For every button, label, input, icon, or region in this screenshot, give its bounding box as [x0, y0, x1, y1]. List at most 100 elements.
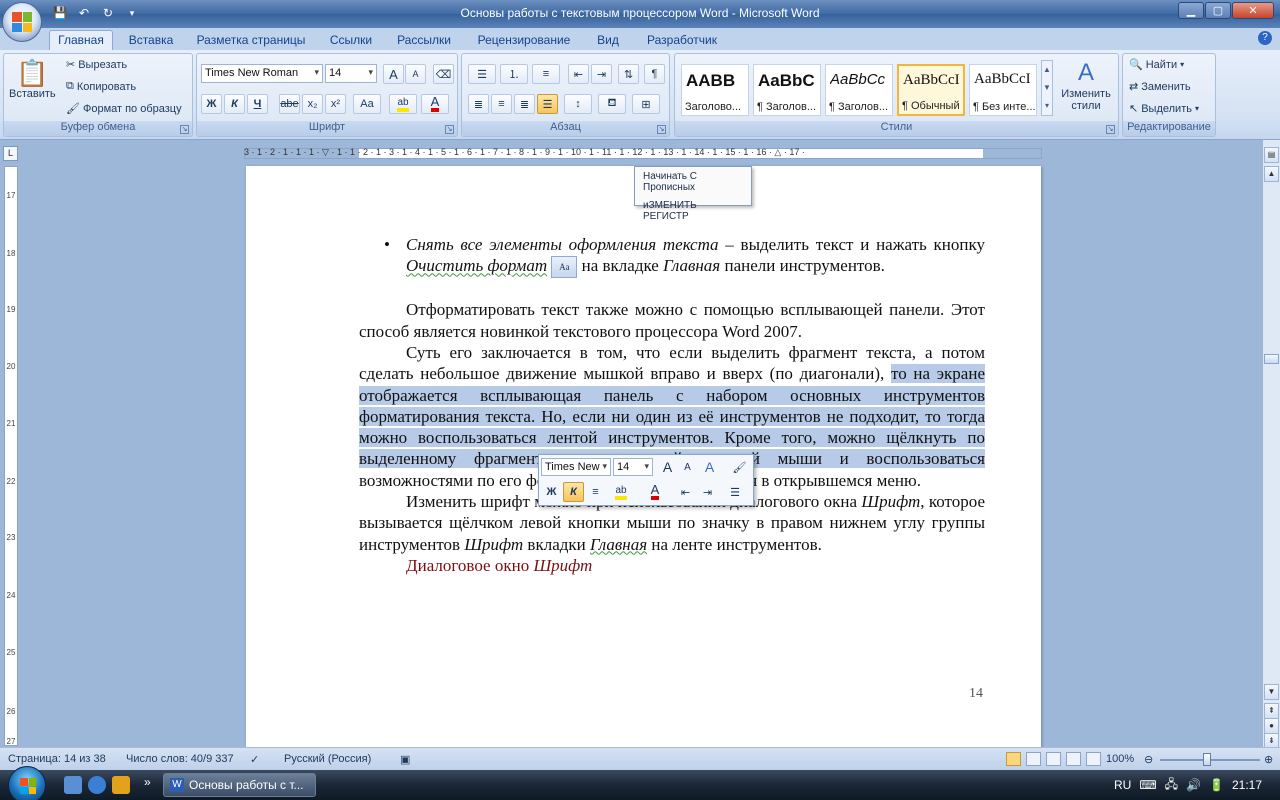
tab-insert[interactable]: Вставка [120, 31, 182, 50]
font-color-button[interactable]: A [421, 94, 449, 114]
menu-item-toggle-case[interactable]: иЗМЕНИТЬ РЕГИСТР [635, 196, 751, 225]
styles-launcher-icon[interactable]: ↘ [1106, 125, 1115, 134]
paste-button[interactable]: 📋 Вставить [9, 58, 56, 100]
previous-page-icon[interactable]: ⇞ [1264, 703, 1279, 719]
style-heading-2[interactable]: AaBbC ¶ Заголов... [753, 64, 821, 116]
power-icon[interactable]: 🔋 [1209, 778, 1224, 792]
word-count[interactable]: Число слов: 40/9 337 [126, 753, 234, 765]
mini-indent-icon[interactable]: ⇥ [697, 482, 718, 502]
style-no-spacing[interactable]: AaBbCcI ¶ Без инте... [969, 64, 1037, 116]
mini-bullets-icon[interactable]: ☰ [721, 482, 749, 502]
volume-icon[interactable]: 🔊 [1186, 778, 1201, 792]
copy-button[interactable]: ⧉ Копировать [66, 80, 136, 93]
taskbar-word-window[interactable]: W Основы работы с т... [163, 773, 316, 797]
mini-font-color-icon[interactable]: A [641, 482, 669, 502]
line-spacing-button[interactable]: ↕ [564, 94, 592, 114]
zoom-slider-knob[interactable] [1203, 753, 1211, 766]
mini-center-icon[interactable]: ≡ [585, 482, 606, 502]
page-body[interactable]: Снять все элементы оформления текста – в… [359, 234, 986, 576]
zoom-level[interactable]: 100% [1106, 753, 1134, 765]
style-normal[interactable]: AaBbCcI ¶ Обычный [897, 64, 965, 116]
language-indicator[interactable]: Русский (Россия) [284, 753, 371, 765]
full-screen-reading-button[interactable] [1026, 752, 1041, 766]
find-button[interactable]: 🔍 Найти ▾ [1129, 58, 1184, 72]
show-marks-button[interactable]: ¶ [644, 64, 665, 84]
clock[interactable]: 21:17 [1232, 778, 1262, 792]
numbering-button[interactable]: ⒈ [500, 64, 528, 84]
keyboard-icon[interactable]: ⌨ [1139, 778, 1156, 792]
bullets-button[interactable]: ☰ [468, 64, 496, 84]
mini-italic-button[interactable]: К [563, 482, 584, 502]
mini-shrink-font-button[interactable]: A [677, 457, 698, 477]
select-button[interactable]: ↖ Выделить ▾ [1129, 102, 1199, 116]
replace-button[interactable]: ⇄ Заменить [1129, 80, 1191, 94]
close-icon[interactable]: ✕ [1232, 2, 1274, 19]
menu-item-capitalize-each-word[interactable]: Начинать С Прописных [635, 167, 751, 196]
font-name-combo[interactable]: Times New Roman [201, 64, 323, 83]
tab-view[interactable]: Вид [590, 31, 626, 50]
mini-font-name[interactable]: Times New [541, 458, 611, 476]
align-center-button[interactable]: ≡ [491, 94, 512, 114]
tab-selector-icon[interactable]: L [3, 146, 18, 161]
mini-styles-button[interactable]: A [699, 457, 720, 477]
format-painter-button[interactable]: 🖌 Формат по образцу [66, 102, 182, 116]
clear-formatting-button[interactable]: ⌫ [433, 64, 454, 84]
network-icon[interactable]: 🖧 [1165, 775, 1178, 796]
internet-explorer-icon[interactable] [88, 776, 106, 794]
scroll-down-icon[interactable]: ▼ [1264, 684, 1279, 700]
justify-button[interactable]: ☰ [537, 94, 558, 114]
select-browse-object-icon[interactable]: ● [1264, 718, 1279, 734]
highlight-button[interactable]: ab [389, 94, 417, 114]
styles-scroll[interactable]: ▲ ▼ ▾ [1041, 60, 1053, 116]
spelling-icon[interactable]: ✓ [250, 753, 259, 766]
mini-bold-button[interactable]: Ж [541, 482, 562, 502]
web-layout-button[interactable] [1046, 752, 1061, 766]
draft-view-button[interactable] [1086, 752, 1101, 766]
vertical-scrollbar[interactable]: ▤ ▲ ▼ ⇞ ● ⇟ [1262, 140, 1280, 749]
tab-home[interactable]: Главная [49, 30, 113, 51]
style-heading-3[interactable]: AaBbCc ¶ Заголов... [825, 64, 893, 116]
scroll-thumb[interactable] [1264, 354, 1279, 364]
scroll-up-icon[interactable]: ▲ [1264, 166, 1279, 182]
quick-launch-more-icon[interactable]: » [144, 775, 151, 789]
paragraph-launcher-icon[interactable]: ↘ [657, 125, 666, 134]
align-left-button[interactable]: ≣ [468, 94, 489, 114]
tab-review[interactable]: Рецензирование [468, 31, 580, 50]
document-area[interactable]: L 3 · 1 · 2 · 1 · 1 · 1 · ▽ · 1 · 1 · 2 … [0, 140, 1262, 747]
font-dialog-launcher-icon[interactable]: ↘ [445, 125, 454, 134]
decrease-indent-button[interactable]: ⇤ [568, 64, 589, 84]
mini-grow-font-button[interactable]: A [657, 457, 678, 477]
maximize-icon[interactable]: ▢ [1205, 2, 1231, 19]
outline-view-button[interactable] [1066, 752, 1081, 766]
start-button[interactable] [8, 766, 46, 800]
multilevel-list-button[interactable]: ≡ [532, 64, 560, 84]
grow-font-button[interactable]: A [383, 64, 404, 84]
mini-outdent-icon[interactable]: ⇤ [675, 482, 696, 502]
font-size-combo[interactable]: 14 [325, 64, 377, 83]
tab-page-layout[interactable]: Разметка страницы [190, 31, 312, 50]
underline-button[interactable]: Ч [247, 94, 268, 114]
vertical-ruler[interactable]: 17 18 19 20 21 22 23 24 25 26 27 [4, 166, 18, 746]
align-right-button[interactable]: ≣ [514, 94, 535, 114]
style-heading-1[interactable]: AABB Заголово... [681, 64, 749, 116]
ruler-toggle-icon[interactable]: ▤ [1264, 147, 1279, 163]
tab-references[interactable]: Ссылки [322, 31, 380, 50]
bold-button[interactable]: Ж [201, 94, 222, 114]
sort-button[interactable]: ⇅ [618, 64, 639, 84]
tab-mailings[interactable]: Рассылки [390, 31, 458, 50]
italic-button[interactable]: К [224, 94, 245, 114]
show-desktop-icon[interactable] [64, 776, 82, 794]
shrink-font-button[interactable]: A [405, 64, 426, 84]
subscript-button[interactable]: x₂ [302, 94, 323, 114]
shading-button[interactable]: ⛾ [598, 94, 626, 114]
mini-format-painter-icon[interactable]: 🖌 [729, 457, 750, 477]
minimize-icon[interactable]: ▁ [1178, 2, 1204, 19]
mini-font-size[interactable]: 14 [613, 458, 653, 476]
print-layout-view-button[interactable] [1006, 752, 1021, 766]
zoom-in-icon[interactable]: ⊕ [1264, 753, 1273, 766]
zoom-out-icon[interactable]: ⊖ [1144, 753, 1153, 766]
borders-button[interactable]: ⊞ [632, 94, 660, 114]
language-bar[interactable]: RU [1114, 778, 1131, 792]
mini-highlight-icon[interactable]: ab [607, 482, 635, 502]
change-case-button[interactable]: Aa [353, 94, 381, 114]
